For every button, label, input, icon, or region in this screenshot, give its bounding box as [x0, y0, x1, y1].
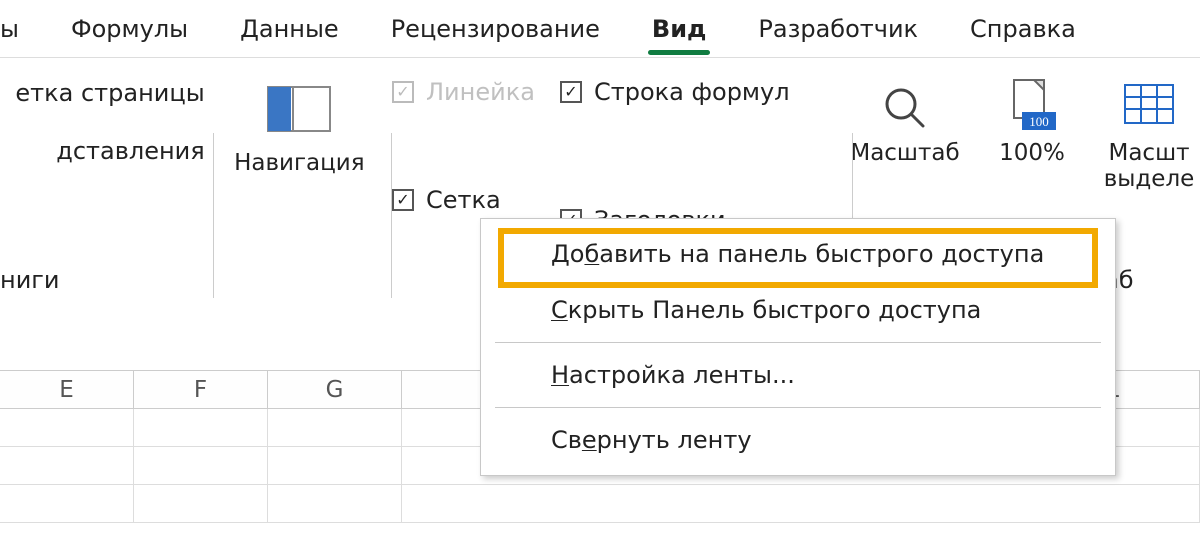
table-row[interactable]: [0, 485, 1200, 523]
table-icon: [1123, 83, 1175, 133]
column-header-g[interactable]: G: [268, 371, 402, 408]
zoom-label: Масштаб: [850, 140, 959, 166]
magnifier-icon: [881, 84, 929, 132]
tab-data[interactable]: Данные: [214, 0, 365, 57]
document-100-icon: 100: [1006, 78, 1058, 138]
gridlines-label: Сетка: [426, 186, 501, 214]
zoom-selection-label-1: Масшт: [1108, 140, 1189, 166]
gridlines-checkbox[interactable]: ✓ Сетка: [392, 186, 560, 214]
workbook-views-label-partial: ниги: [0, 266, 60, 294]
tab-help[interactable]: Справка: [944, 0, 1102, 57]
zoom-button[interactable]: Масштаб: [844, 76, 966, 166]
zoom-selection-button-partial[interactable]: Масшт выделе: [1098, 76, 1200, 193]
ribbon-context-menu: Добавить на панель быстрого доступа Скры…: [480, 218, 1116, 476]
svg-text:100: 100: [1029, 114, 1049, 129]
checkbox-icon: ✓: [392, 189, 414, 211]
tab-partial-left[interactable]: ы: [0, 0, 45, 57]
formula-bar-label: Строка формул: [594, 78, 790, 106]
menu-separator: [495, 407, 1101, 408]
navigation-pane-icon: [267, 86, 331, 132]
navigation-group: Навигация: [213, 58, 386, 288]
tab-developer[interactable]: Разработчик: [732, 0, 944, 57]
group-separator: [391, 133, 392, 298]
checkbox-icon: ✓: [560, 81, 582, 103]
zoom-100-label: 100%: [999, 140, 1065, 166]
column-header-e[interactable]: E: [0, 371, 134, 408]
tab-view[interactable]: Вид: [626, 0, 733, 57]
zoom-selection-label-2: выделе: [1104, 166, 1195, 192]
tab-formulas[interactable]: Формулы: [45, 0, 214, 57]
menu-customize-ribbon[interactable]: Настройка ленты...: [481, 347, 1115, 403]
ruler-label: Линейка: [426, 78, 535, 106]
tab-review[interactable]: Рецензирование: [365, 0, 626, 57]
navigation-label: Навигация: [234, 150, 365, 176]
menu-collapse-ribbon[interactable]: Свернуть ленту: [481, 412, 1115, 468]
menu-hide-qat[interactable]: Скрыть Панель быстрого доступа: [481, 282, 1115, 338]
views-group-partial: етка страницы дставления: [0, 58, 213, 288]
column-header-f[interactable]: F: [134, 371, 268, 408]
custom-views-button-partial[interactable]: дставления: [56, 138, 212, 164]
navigation-button[interactable]: [257, 78, 341, 140]
group-separator: [213, 133, 214, 298]
formula-bar-checkbox[interactable]: ✓ Строка формул: [560, 78, 844, 106]
menu-add-to-qat[interactable]: Добавить на панель быстрого доступа: [481, 226, 1115, 282]
checkbox-icon: ✓: [392, 81, 414, 103]
ruler-checkbox: ✓ Линейка: [392, 78, 560, 106]
page-layout-button-partial[interactable]: етка страницы: [15, 80, 212, 106]
ribbon-tabs: ы Формулы Данные Рецензирование Вид Разр…: [0, 0, 1200, 58]
zoom-100-button[interactable]: 100 100%: [984, 76, 1080, 166]
menu-separator: [495, 342, 1101, 343]
